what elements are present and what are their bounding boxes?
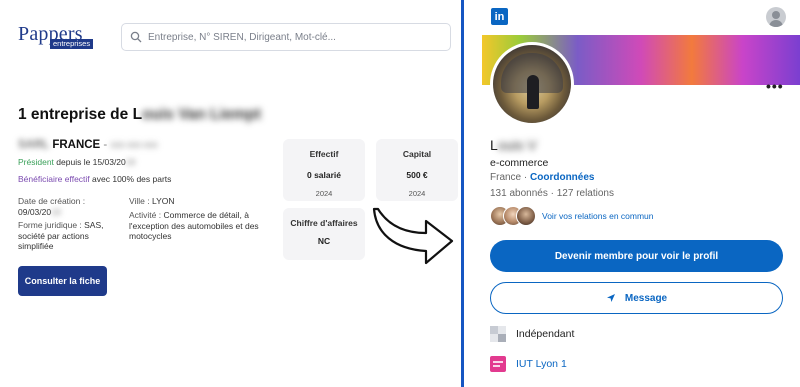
company-name-separator: - [100,139,111,151]
profile-location: France · Coordonnées [490,172,594,183]
role-year-blurred: 19 [125,157,136,167]
card-effectif-year: 2024 [315,189,333,198]
creation-value: 09/03/20 [18,206,52,217]
education-item[interactable]: IUT Lyon 1 [490,356,567,372]
consult-fiche-button[interactable]: Consulter la fiche [18,266,107,296]
card-ca-value: NC [317,236,331,246]
location-separator: · [521,172,531,183]
mutual-connections[interactable]: Voir vos relations en commun [490,206,654,226]
message-button-label: Message [624,292,668,304]
city: Ville : LYON [129,196,269,207]
activity: Activité : Commerce de détail, à l'excep… [129,210,271,242]
creation-date: Date de création : 09/03/2019 [18,196,118,217]
mutual-connections-link[interactable]: Voir vos relations en commun [542,211,654,221]
connections-count: 127 relations [556,188,614,199]
join-to-view-button[interactable]: Devenir membre pour voir le profil [490,240,783,272]
search-icon [130,31,142,43]
linkedin-pane: in ••• Louis V e-commerce France · Coord… [464,0,800,387]
pappers-logo[interactable]: Pappers entreprises [18,24,94,49]
linkedin-logo-icon[interactable]: in [491,8,508,25]
company-name-blurred-prefix: SARL [18,139,50,151]
card-capital: Capital 500 € 2024 [376,139,458,201]
message-button[interactable]: Message [490,282,783,314]
card-capital-label: Capital [402,149,432,159]
profile-connections: 131 abonnés · 127 relations [490,188,614,199]
beneficiary-rest: avec 100% des parts [89,174,172,184]
company-name[interactable]: SARL FRANCE - 000 000 000 [18,139,158,151]
results-heading-blurred-name: ouis Van Liempt [142,106,261,123]
connections-separator: · [547,188,557,199]
location-text: France [490,172,522,183]
card-capital-year: 2024 [408,189,426,198]
logo-sub-text: entreprises [50,39,94,49]
results-heading: 1 entreprise de Louis Van Liempt [18,106,261,124]
card-ca-label: Chiffre d'affaires [290,218,358,228]
user-avatar-icon[interactable] [766,7,786,27]
beneficiary-line: Bénéficiaire effectif avec 100% des part… [18,174,171,184]
profile-name-blurred: ouis V [497,137,537,153]
profile-name: Louis V [490,137,537,153]
creation-year-blurred: 19 [51,206,61,217]
card-capital-value: 500 € [406,170,428,180]
legal-form: Forme juridique : SAS, société par actio… [18,220,118,252]
contact-info-link[interactable]: Coordonnées [530,172,594,183]
ville-label: Ville : [129,196,150,206]
company-name-text: FRANCE [52,139,101,151]
role-line: Président depuis le 15/03/2019 [18,157,135,167]
send-icon [606,294,615,302]
search-input[interactable]: Entreprise, N° SIREN, Dirigeant, Mot-clé… [121,23,451,51]
results-heading-prefix: 1 entreprise de L [18,106,143,123]
card-effectif-value: 0 salarié [306,170,342,180]
card-effectif-label: Effectif [309,149,339,159]
profile-headline: e-commerce [490,157,549,169]
card-effectif: Effectif 0 salarié 2024 [283,139,365,201]
education-label: IUT Lyon 1 [516,358,567,370]
card-chiffre-affaires: Chiffre d'affaires NC [283,208,365,260]
beneficiary-label: Bénéficiaire effectif [18,174,90,184]
more-options-icon[interactable]: ••• [766,78,784,94]
profile-name-visible: L [490,137,498,153]
ville-value: LYON [149,196,175,206]
experience-label: Indépendant [516,328,575,340]
followers-count: 131 abonnés [490,188,548,199]
activite-label: Activité : [129,210,162,220]
experience-item[interactable]: Indépendant [490,326,574,342]
company-logo-icon [490,326,506,342]
role-label: Président [18,157,54,167]
search-placeholder: Entreprise, N° SIREN, Dirigeant, Mot-clé… [148,31,336,43]
profile-photo[interactable] [490,42,574,126]
forme-label: Forme juridique : [18,220,82,230]
role-since: depuis le 15/03/20 [53,157,126,167]
company-siren-blurred: 000 000 000 [110,140,158,150]
curved-arrow-icon [372,207,454,265]
school-logo-icon [490,356,506,372]
mutual-avatar [516,206,536,226]
creation-label: Date de création : [18,196,86,206]
mutual-avatars [490,206,538,226]
pappers-pane: Pappers entreprises Entreprise, N° SIREN… [0,0,461,387]
